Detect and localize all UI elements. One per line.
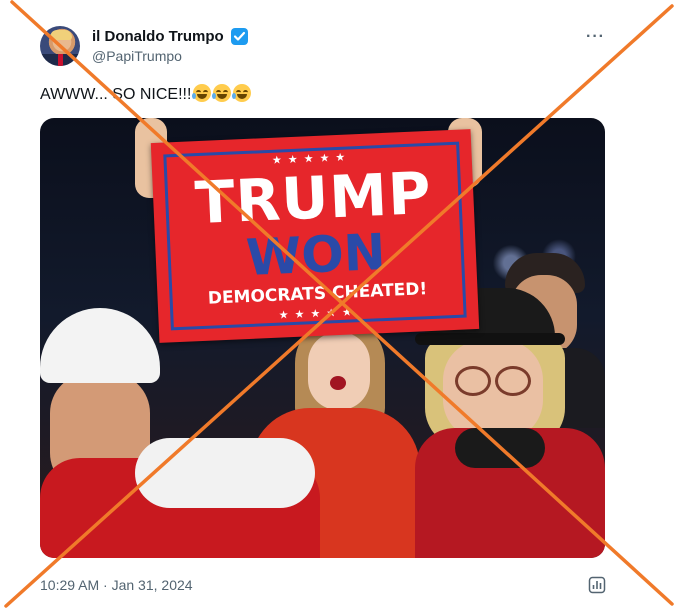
- more-horizontal-icon[interactable]: ···: [586, 28, 605, 46]
- tweet-text-content: AWWW... SO NICE!!!: [40, 86, 192, 103]
- display-name-text[interactable]: il Donaldo Trumpo: [92, 28, 224, 45]
- avatar-tie: [58, 54, 63, 66]
- tweet-photo[interactable]: ★★★★★ TRUMP WON DEMOCRATS CHEATED! ★★★★★: [40, 118, 605, 558]
- face-with-tears-of-joy-icon: [232, 84, 252, 102]
- flag-banner: ★★★★★ TRUMP WON DEMOCRATS CHEATED! ★★★★★: [150, 129, 480, 343]
- person-left-man: [40, 308, 320, 558]
- verified-badge-icon: [230, 28, 248, 45]
- user-handle[interactable]: @PapiTrumpo: [92, 48, 182, 64]
- avatar[interactable]: [40, 26, 80, 66]
- face-with-tears-of-joy-icon: [212, 84, 232, 102]
- tweet-timestamp[interactable]: 10:29 AM · Jan 31, 2024: [40, 577, 193, 593]
- tweet-text: AWWW... SO NICE!!!: [40, 84, 252, 104]
- display-name[interactable]: il Donaldo Trumpo: [92, 28, 248, 45]
- avatar-hair: [50, 30, 72, 40]
- tweet-card: il Donaldo Trumpo @PapiTrumpo ··· AWWW..…: [0, 0, 681, 609]
- analytics-icon[interactable]: [588, 576, 606, 594]
- face-with-tears-of-joy-icon: [192, 84, 212, 102]
